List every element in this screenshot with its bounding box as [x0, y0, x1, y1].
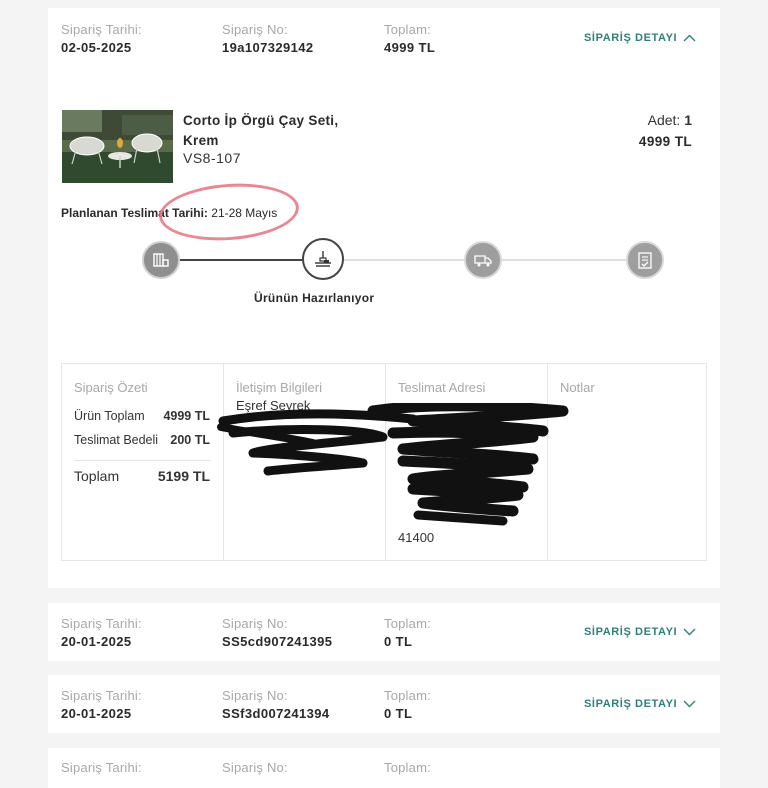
product-image[interactable] [62, 110, 173, 183]
planned-delivery-value: 21-28 Mayıs [211, 206, 278, 220]
chevron-down-icon [683, 700, 696, 708]
order-number: Sipariş No: SS5cd907241395 [222, 616, 332, 649]
order-number-label: Sipariş No: [222, 616, 288, 631]
address-zip: 41400 [398, 530, 435, 545]
product-total-value: 4999 TL [163, 409, 210, 423]
preparing-icon [315, 251, 331, 267]
order-total-value: 4999 TL [384, 40, 436, 55]
order-detail-toggle[interactable]: SİPARİŞ DETAYI [584, 32, 696, 44]
order-date-label: Sipariş Tarihi: [61, 688, 142, 703]
shipping-value: 200 TL [170, 433, 210, 447]
order-date: Sipariş Tarihi: 02-05-2025 [61, 22, 142, 55]
summary-divider [74, 460, 210, 461]
progress-line-done [180, 259, 304, 261]
contact-info: İletişim Bilgileri Eşref Seyrek [223, 364, 385, 560]
contact-name: Eşref Seyrek [236, 398, 311, 413]
order-total-label: Toplam: [384, 22, 431, 37]
grand-total-value: 5199 TL [157, 468, 210, 484]
order-detail-label: SİPARİŞ DETAYI [584, 698, 678, 710]
order-summary-grid: Sipariş Özeti Ürün Toplam 4999 TL Teslim… [61, 363, 707, 561]
order-detail-label: SİPARİŞ DETAYI [584, 626, 678, 638]
planned-delivery-label: Planlanan Teslimat Tarihi: [61, 206, 208, 220]
order-date-value: 02-05-2025 [61, 40, 132, 55]
order-date: Sipariş Tarihi: 20-01-2025 [61, 616, 142, 649]
notes-title: Notlar [560, 380, 595, 395]
product-total-row: Ürün Toplam 4999 TL [74, 409, 210, 423]
chevron-up-icon [683, 34, 696, 42]
order-number-label: Sipariş No: [222, 22, 288, 37]
order-summary: Sipariş Özeti Ürün Toplam 4999 TL Teslim… [62, 364, 223, 560]
order-number-label: Sipariş No: [222, 688, 288, 703]
truck-icon [474, 255, 492, 267]
step-order-received [142, 241, 180, 279]
current-step-label: Ürünün Hazırlanıyor [254, 291, 375, 305]
order-card: Sipariş Tarihi: 02-05-2025 Sipariş No: 1… [48, 8, 720, 588]
order-date-label: Sipariş Tarihi: [61, 616, 142, 631]
delivered-icon [638, 252, 652, 269]
step-shipping [464, 241, 502, 279]
order-total-label: Toplam: [384, 688, 431, 703]
order-total-label: Toplam: [384, 616, 431, 631]
order-date-value: 20-01-2025 [61, 634, 132, 649]
delivery-address-title: Teslimat Adresi [398, 380, 486, 395]
product-price: 4999 TL [638, 134, 692, 149]
product-quantity: Adet: 1 [648, 112, 692, 128]
order-card: Sipariş Tarihi: 20-01-2025 Sipariş No: S… [48, 603, 720, 661]
order-detail-label: SİPARİŞ DETAYI [584, 32, 678, 44]
order-summary-title: Sipariş Özeti [74, 380, 148, 395]
order-total-value: 0 TL [384, 706, 413, 721]
order-detail-toggle[interactable]: SİPARİŞ DETAYI [584, 626, 696, 638]
step-preparing [302, 238, 344, 280]
order-total: Toplam: 4999 TL [384, 22, 435, 55]
order-date-label: Sipariş Tarihi: [61, 22, 142, 37]
product-code: VS8-107 [183, 150, 241, 166]
quantity-label: Adet: [647, 112, 681, 128]
order-date: Sipariş Tarihi: 20-01-2025 [61, 688, 142, 721]
shipping-row: Teslimat Bedeli 200 TL [74, 433, 210, 447]
order-total: Toplam: 0 TL [384, 616, 431, 649]
order-number: Sipariş No: 19a107329142 [222, 22, 314, 55]
order-number-value: SSf3d007241394 [222, 706, 330, 721]
notes: Notlar [547, 364, 708, 560]
order-detail-toggle[interactable]: SİPARİŞ DETAYI [584, 698, 696, 710]
grand-total-row: Toplam 5199 TL [74, 468, 210, 484]
order-number: Sipariş No: SSf3d007241394 [222, 688, 330, 721]
garden-chairs-photo-icon [62, 110, 173, 183]
order-number-value: SS5cd907241395 [222, 634, 333, 649]
delivery-address: Teslimat Adresi 41400 [385, 364, 547, 560]
order-total: Toplam: 0 TL [384, 688, 431, 721]
order-total-value: 0 TL [384, 634, 413, 649]
chevron-down-icon [683, 628, 696, 636]
order-received-icon [153, 253, 169, 267]
order-card: Sipariş Tarihi: 20-01-2025 Sipariş No: S… [48, 675, 720, 733]
contact-info-title: İletişim Bilgileri [236, 380, 322, 395]
quantity-value: 1 [684, 112, 692, 128]
product-total-label: Ürün Toplam [74, 409, 145, 423]
order-date-value: 20-01-2025 [61, 706, 132, 721]
shipping-label: Teslimat Bedeli [74, 433, 159, 447]
order-number-value: 19a107329142 [222, 40, 314, 55]
step-delivered [626, 241, 664, 279]
planned-delivery: Planlanan Teslimat Tarihi: 21-28 Mayıs [61, 206, 277, 220]
product-name[interactable]: Corto İp Örgü Çay Seti, Krem [183, 111, 363, 151]
order-card: Sipariş Tarihi: Sipariş No: Toplam: [48, 748, 720, 788]
grand-total-label: Toplam [74, 468, 120, 484]
